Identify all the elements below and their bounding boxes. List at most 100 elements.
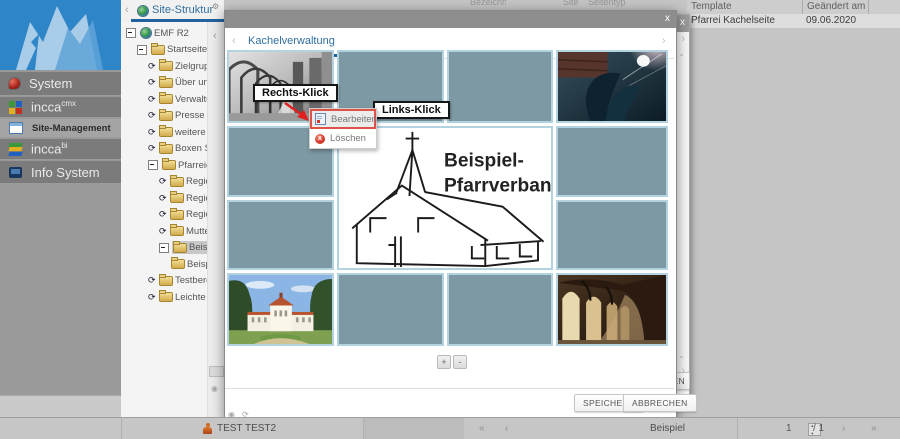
tile-placeholder[interactable] — [556, 200, 668, 270]
background-column-headers: Bezeichnung Site Seitentyp — [430, 0, 674, 9]
sync-icon: ⟳ — [159, 210, 169, 219]
column-divider — [802, 0, 803, 14]
zoom-in-button[interactable]: + — [437, 355, 451, 369]
column-header-template[interactable]: Template — [691, 1, 732, 12]
expander-minus-icon[interactable] — [148, 160, 158, 170]
tile-placeholder[interactable] — [556, 126, 668, 197]
tree-item-label: Presse — [175, 110, 205, 121]
context-menu-item-loeschen[interactable]: x Löschen — [310, 129, 376, 148]
kachelverwaltung-dialog: x ‹ Kachelverwaltung › — [224, 10, 677, 422]
folder-icon — [171, 178, 183, 186]
sync-icon: ⟳ — [148, 276, 158, 285]
tab-icon-partial[interactable]: ⚙ — [212, 2, 219, 11]
tab-scroll-left-arrow[interactable]: ‹ — [232, 35, 236, 47]
sidebar-item-info-system[interactable]: Info System — [0, 161, 121, 184]
sync-icon: ⟳ — [148, 95, 158, 104]
column-header-site: Site — [563, 0, 585, 7]
sidebar-item-site-management[interactable]: Site-Management — [0, 119, 121, 138]
angel-statue-photo — [558, 52, 666, 121]
sync-icon: ⟳ — [148, 144, 158, 153]
tab-scroll-left-arrow[interactable]: ‹ — [125, 4, 129, 16]
sync-icon: ⟳ — [148, 111, 158, 120]
sidebar-item-label: Info System — [31, 165, 100, 180]
footer-section — [364, 418, 464, 439]
system-icon — [9, 78, 20, 89]
column-header-geaendert-am[interactable]: Geändert am — [807, 1, 865, 12]
incca-cmx-icon — [9, 101, 22, 114]
template-table-panel: Template Geändert am Pfarrei Kachelseite… — [687, 0, 900, 417]
first-page-arrow[interactable]: « — [479, 423, 485, 434]
user-icon — [203, 423, 212, 434]
church-line-drawing: Beispiel-Pfarrverband — [339, 128, 551, 268]
sync-icon: ⟳ — [148, 62, 158, 71]
tile-placeholder[interactable] — [447, 50, 553, 123]
tile-placeholder[interactable] — [447, 273, 553, 346]
cell-changed-date: 09.06.2020 — [806, 15, 856, 26]
sidebar-item-label: inccacmx — [31, 99, 76, 114]
context-menu-item-bearbeiten[interactable]: Bearbeiten — [310, 109, 376, 129]
tooltip-rechts-klick: Rechts-Klick — [253, 84, 338, 102]
tab-scroll-right-arrow[interactable]: › — [662, 35, 666, 47]
sidebar-item-incca-cmx[interactable]: inccacmx — [0, 97, 121, 118]
incca-bi-icon — [9, 143, 22, 156]
tile-palace[interactable] — [227, 273, 334, 346]
application-window: Bezeichnung Site Seitentyp Template Geän… — [0, 0, 900, 439]
tab-scroll-right-arrow[interactable]: › — [681, 33, 685, 45]
delete-icon: x — [315, 134, 325, 144]
expander-minus-icon[interactable] — [126, 28, 136, 38]
cell-template: Pfarrei Kachelseite — [691, 15, 775, 26]
tile-placeholder[interactable] — [337, 273, 444, 346]
column-divider — [868, 0, 869, 14]
tooltip-links-klick: Links-Klick — [373, 101, 450, 119]
sidebar-item-system[interactable]: System — [0, 72, 121, 96]
sidebar-empty-area — [0, 184, 121, 395]
tile-angel-statue[interactable] — [556, 50, 668, 123]
globe-icon — [138, 6, 148, 16]
last-page-arrow[interactable]: » — [871, 423, 877, 434]
eye-icon[interactable]: ◉ — [211, 384, 218, 393]
sync-icon: ⟳ — [159, 194, 169, 203]
logged-in-user: TEST TEST2 — [217, 423, 276, 434]
expander-minus-icon[interactable] — [137, 45, 147, 55]
zoom-out-button[interactable]: - — [453, 355, 467, 369]
sync-icon: ⟳ — [159, 227, 169, 236]
next-page-arrow[interactable]: › — [842, 423, 845, 434]
tree-item-label: EMF R2 — [154, 28, 189, 39]
previous-page-arrow[interactable]: ‹ — [505, 423, 508, 434]
expander-minus-icon[interactable] — [159, 243, 169, 253]
folder-icon — [172, 260, 184, 268]
footer-divider — [737, 418, 738, 439]
footer-divider — [121, 418, 122, 439]
tile-placeholder[interactable] — [227, 200, 334, 270]
column-header-bezeichnung: Bezeichnung — [470, 0, 506, 7]
sidebar-item-label: inccabi — [31, 141, 68, 156]
dialog-titlebar[interactable]: x — [225, 11, 676, 28]
folder-icon — [160, 95, 172, 103]
folder-icon — [174, 244, 186, 252]
sidebar-bottom-strip — [0, 395, 121, 418]
sync-icon: ⟳ — [148, 128, 158, 137]
page-number[interactable]: 1 — [786, 423, 792, 434]
folder-icon — [160, 128, 172, 136]
table-row-selected[interactable]: Pfarrei Kachelseite 09.06.2020 — [687, 14, 900, 28]
folder-icon — [160, 62, 172, 70]
sidebar-item-label: Site-Management — [32, 123, 111, 134]
svg-text:Beispiel-: Beispiel- — [444, 150, 524, 171]
folder-icon — [160, 79, 172, 87]
cancel-button[interactable]: ABBRECHEN — [623, 394, 697, 412]
panel-collapse-arrow[interactable]: ‹ — [213, 30, 217, 42]
scroll-down-arrow[interactable]: ⌄ — [678, 351, 685, 360]
tab-site-struktur[interactable]: Site-Struktur — [152, 4, 213, 16]
folder-icon — [171, 194, 183, 202]
tile-cloister[interactable] — [556, 273, 668, 346]
close-icon[interactable]: x — [665, 14, 670, 24]
close-icon[interactable]: x — [680, 18, 685, 28]
tree-horizontal-scrollbar[interactable] — [209, 366, 224, 377]
status-bar: TEST TEST2 « ‹ Beispiel 1 / 1 › » — [0, 417, 900, 439]
sidebar-item-incca-bi[interactable]: inccabi — [0, 139, 121, 160]
tab-kachelverwaltung[interactable]: Kachelverwaltung — [248, 35, 335, 47]
palace-photo — [229, 275, 332, 344]
context-menu: Bearbeiten x Löschen — [309, 108, 377, 149]
page-total: / 1 — [813, 423, 824, 434]
scroll-up-arrow[interactable]: ⌃ — [678, 53, 685, 62]
